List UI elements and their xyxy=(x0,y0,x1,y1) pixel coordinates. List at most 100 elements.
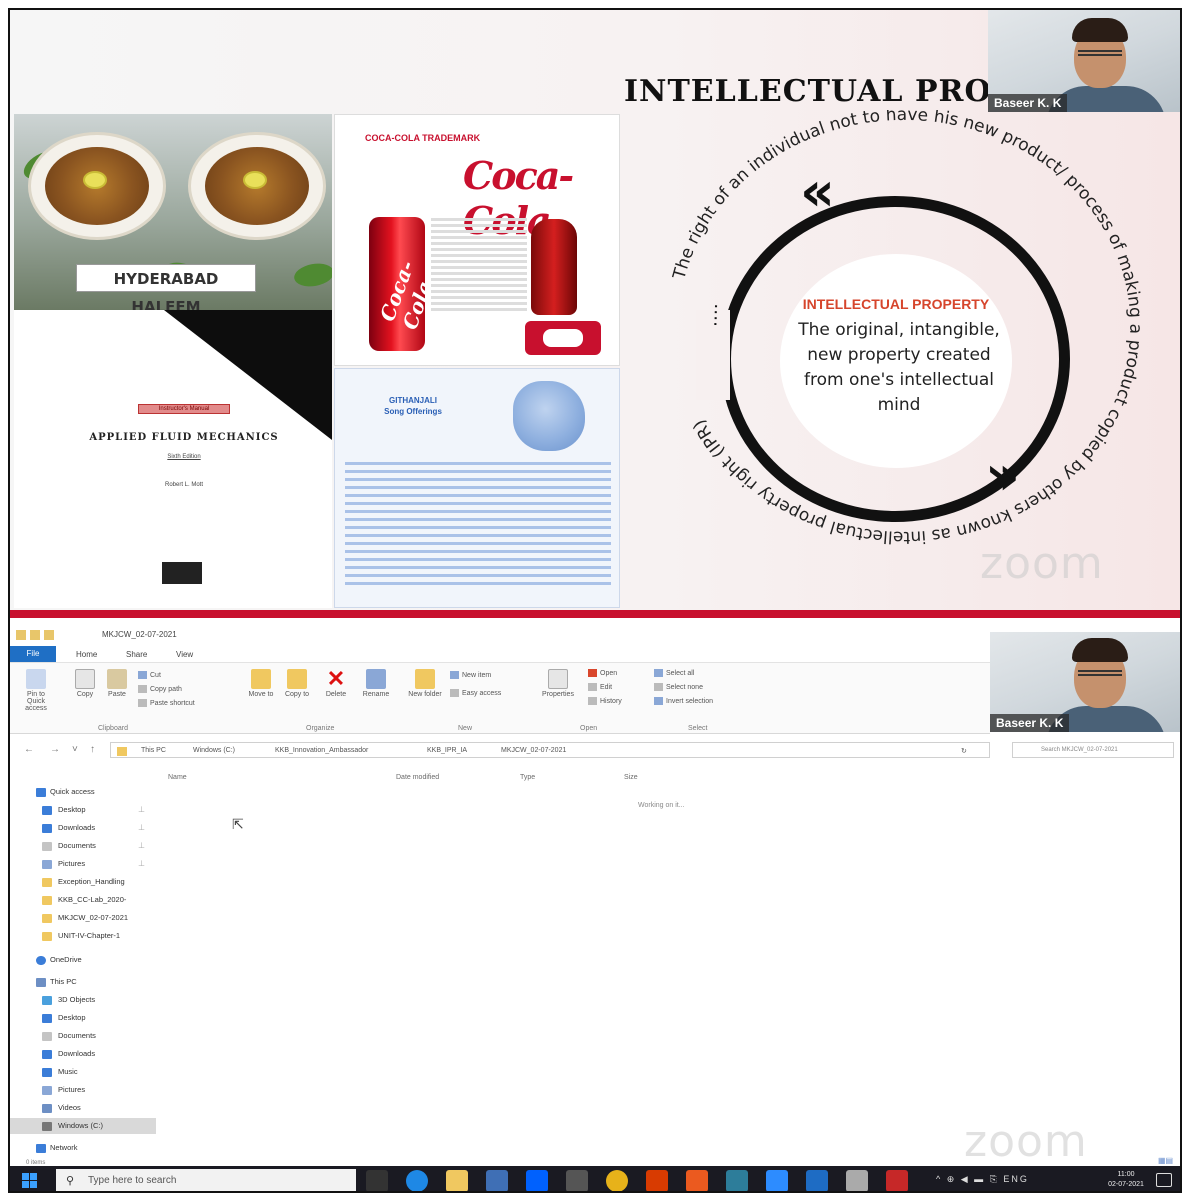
organize-group-label: Organize xyxy=(306,725,335,732)
dropbox-icon[interactable] xyxy=(526,1170,548,1191)
invert-selection-button[interactable]: Invert selection xyxy=(654,697,713,705)
back-arrow-icon[interactable]: ← xyxy=(24,744,34,755)
column-name[interactable]: Name xyxy=(168,774,187,781)
nav-item-videos[interactable]: Videos xyxy=(10,1100,156,1116)
nav-item-windows-c[interactable]: Windows (C:) xyxy=(10,1118,156,1134)
leaf-decoration xyxy=(292,260,332,290)
coca-cola-panel: COCA-COLA TRADEMARK Coca-Cola Coca-Cola xyxy=(334,114,620,366)
breadcrumb-kkb-innovation[interactable]: KKB_Innovation_Ambassador xyxy=(275,747,368,754)
chevron-down-icon[interactable]: ˅ xyxy=(72,744,78,755)
paste-shortcut-button[interactable]: Paste shortcut xyxy=(138,699,195,707)
column-date-modified[interactable]: Date modified xyxy=(396,774,439,781)
new-folder-button[interactable]: New folder xyxy=(408,669,442,698)
task-view-icon[interactable] xyxy=(366,1170,388,1191)
file-explorer-icon[interactable] xyxy=(446,1170,468,1191)
nav-item-desktop[interactable]: Desktop ⊥ xyxy=(10,802,156,818)
view-toggle-icons[interactable]: ▦▤ xyxy=(1158,1156,1173,1165)
nav-item-pc-downloads[interactable]: Downloads xyxy=(10,1046,156,1062)
haleem-image: HYDERABAD HALEEM xyxy=(14,114,332,310)
windows-start-icon[interactable] xyxy=(22,1173,38,1189)
breadcrumb-this-pc[interactable]: This PC xyxy=(141,747,166,754)
paste-button[interactable]: Paste xyxy=(104,669,130,698)
music-icon xyxy=(42,1068,52,1077)
refresh-icon[interactable]: ↻ xyxy=(961,747,967,755)
participant-video: Baseer K. K xyxy=(990,632,1180,732)
breadcrumb-mkjcw[interactable]: MKJCW_02-07-2021 xyxy=(501,747,566,754)
copy-path-button[interactable]: Copy path xyxy=(138,685,182,693)
tab-file[interactable]: File xyxy=(10,646,56,662)
notification-icon[interactable] xyxy=(1156,1173,1172,1187)
delete-button[interactable]: ✕ Delete xyxy=(320,668,352,699)
nav-item-kkb-cc-lab[interactable]: KKB_CC-Lab_2020- xyxy=(10,892,156,908)
copy-to-button[interactable]: Copy to xyxy=(282,669,312,698)
forward-arrow-icon[interactable]: → xyxy=(50,744,60,755)
nav-item-pc-pictures[interactable]: Pictures xyxy=(10,1082,156,1098)
nav-item-pc-desktop[interactable]: Desktop xyxy=(10,1010,156,1026)
select-all-button[interactable]: Select all xyxy=(654,669,694,677)
open-button[interactable]: Open xyxy=(588,669,617,677)
edit-button[interactable]: Edit xyxy=(588,683,612,691)
nav-item-pc-documents[interactable]: Documents xyxy=(10,1028,156,1044)
nav-quick-access[interactable]: Quick access xyxy=(10,784,156,800)
acrobat-icon[interactable] xyxy=(886,1170,908,1191)
nav-item-exception-handling[interactable]: Exception_Handling xyxy=(10,874,156,890)
app-icon[interactable] xyxy=(726,1170,748,1191)
edge-icon[interactable] xyxy=(406,1170,428,1191)
quick-access-toolbar[interactable] xyxy=(16,630,72,640)
easy-access-button[interactable]: Easy access xyxy=(450,689,501,697)
nav-item-3d-objects[interactable]: 3D Objects xyxy=(10,992,156,1008)
tab-view[interactable]: View xyxy=(168,648,201,662)
nav-item-mkjcw[interactable]: MKJCW_02-07-2021 xyxy=(10,910,156,926)
tab-share[interactable]: Share xyxy=(118,648,155,662)
app-icon[interactable] xyxy=(686,1170,708,1191)
pin-quick-access-button[interactable]: Pin to Quick access xyxy=(18,669,54,712)
taskbar-search-input[interactable]: ⚲ Type here to search xyxy=(56,1169,356,1191)
select-none-icon xyxy=(654,683,663,691)
app-icon[interactable] xyxy=(846,1170,868,1191)
app-icon[interactable] xyxy=(566,1170,588,1191)
nav-item-documents[interactable]: Documents ⊥ xyxy=(10,838,156,854)
nav-item-music[interactable]: Music xyxy=(10,1064,156,1080)
word-icon[interactable] xyxy=(806,1170,828,1191)
system-tray[interactable]: ^ ⊕ ◀ ▬ ⎘ ENG xyxy=(936,1174,1029,1185)
column-type[interactable]: Type xyxy=(520,774,535,781)
folder-icon xyxy=(42,878,52,887)
haleem-plate xyxy=(188,132,326,240)
column-size[interactable]: Size xyxy=(624,774,638,781)
mouse-cursor-icon: ⇱ xyxy=(232,816,244,832)
rename-button[interactable]: Rename xyxy=(358,669,394,698)
nav-this-pc[interactable]: This PC xyxy=(10,974,156,990)
new-item-button[interactable]: New item xyxy=(450,671,491,679)
select-none-button[interactable]: Select none xyxy=(654,683,703,691)
office-icon[interactable] xyxy=(646,1170,668,1191)
zoom-icon[interactable] xyxy=(766,1170,788,1191)
select-group-label: Select xyxy=(688,725,708,732)
mail-icon[interactable] xyxy=(486,1170,508,1191)
address-bar[interactable]: This PC Windows (C:) KKB_Innovation_Amba… xyxy=(110,742,990,758)
nav-network[interactable]: Network xyxy=(10,1140,156,1156)
pictures-icon xyxy=(42,860,52,869)
nav-onedrive[interactable]: OneDrive xyxy=(10,952,156,968)
history-button[interactable]: History xyxy=(588,697,622,705)
search-input[interactable]: Search MKJCW_02-07-2021 xyxy=(1012,742,1174,758)
computer-icon xyxy=(36,978,46,987)
pin-icon: ⊥ xyxy=(138,823,145,832)
move-to-button[interactable]: Move to xyxy=(246,669,276,698)
properties-button[interactable]: Properties xyxy=(538,669,578,698)
open-group-label: Open xyxy=(580,725,598,732)
pin-icon: ⊥ xyxy=(138,805,145,814)
nav-item-unit-iv[interactable]: UNIT-IV-Chapter-1 xyxy=(10,928,156,944)
up-arrow-icon[interactable]: ↑ xyxy=(90,744,95,755)
chrome-icon[interactable] xyxy=(606,1170,628,1191)
cut-button[interactable]: Cut xyxy=(138,671,161,679)
tab-home[interactable]: Home xyxy=(68,648,105,662)
coke-bottle xyxy=(531,219,577,315)
nav-item-downloads[interactable]: Downloads ⊥ xyxy=(10,820,156,836)
taskbar-clock[interactable]: 11:00 02-07-2021 xyxy=(1106,1170,1146,1190)
rename-icon xyxy=(366,669,386,689)
nav-item-pictures[interactable]: Pictures ⊥ xyxy=(10,856,156,872)
breadcrumb-kkb-ipr[interactable]: KKB_IPR_IA xyxy=(427,747,467,754)
book-badge: Instructor's Manual xyxy=(138,404,230,414)
breadcrumb-windows-c[interactable]: Windows (C:) xyxy=(193,747,235,754)
copy-button[interactable]: Copy xyxy=(72,669,98,698)
